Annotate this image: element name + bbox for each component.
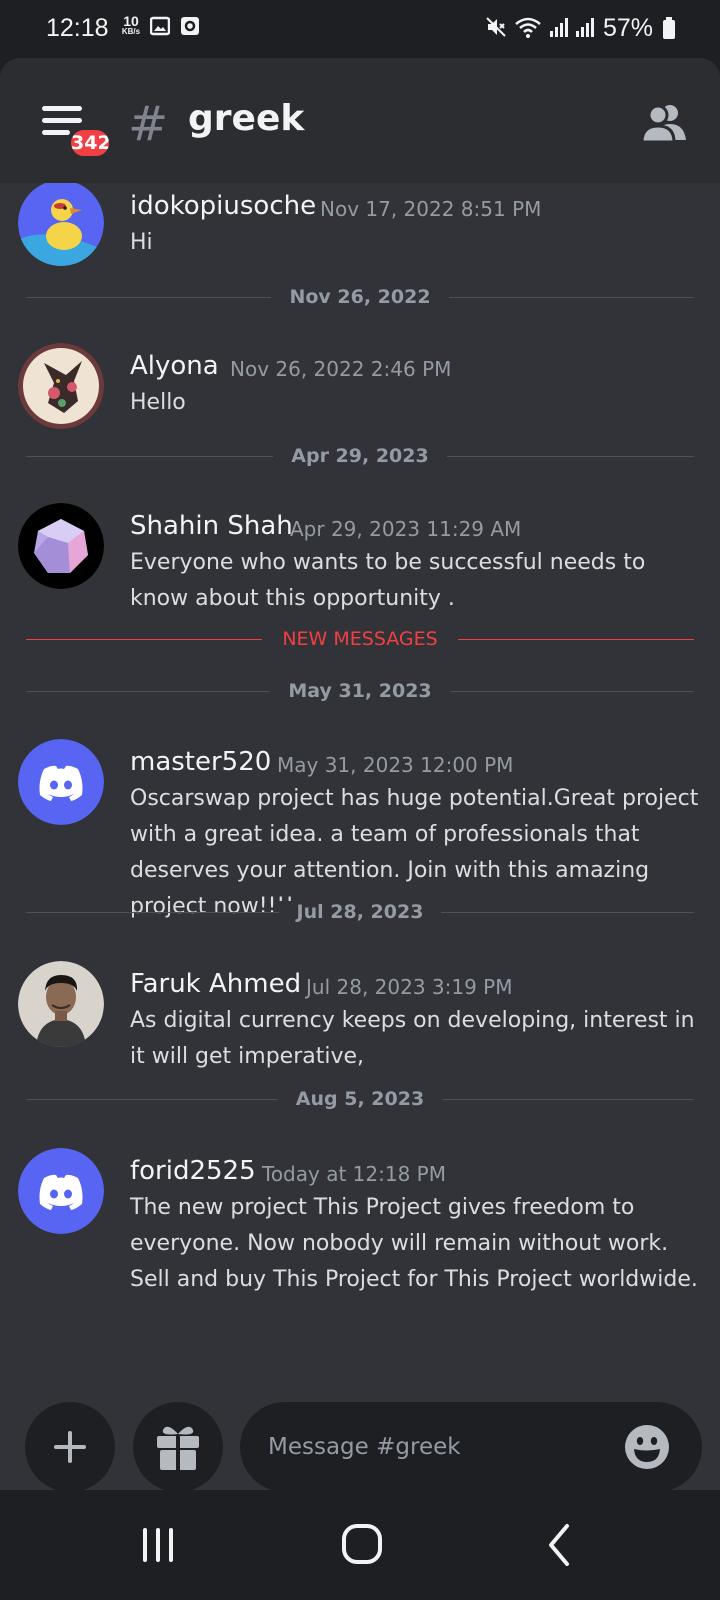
duck-avatar[interactable] xyxy=(18,183,104,266)
message-text: Everyone who wants to be successful need… xyxy=(130,550,646,611)
gift-button[interactable] xyxy=(133,1402,223,1490)
battery-percent: 57% xyxy=(603,14,654,42)
date-divider: Apr 29, 2023 xyxy=(26,445,694,469)
message-input-container[interactable] xyxy=(240,1402,702,1490)
back-icon[interactable] xyxy=(533,1520,593,1570)
message-timestamp: Jul 28, 2023 3:19 PM xyxy=(306,975,513,999)
channel-name[interactable]: greek xyxy=(188,98,304,139)
new-messages-divider: NEW MESSAGES xyxy=(26,628,694,652)
date-divider-label: May 31, 2023 xyxy=(270,680,450,702)
message-timestamp: Today at 12:18 PM xyxy=(262,1162,446,1186)
message-list[interactable]: idokopiusoche Nov 17, 2022 8:51 PM Hi No… xyxy=(0,183,720,1418)
network-speed-unit: KB/s xyxy=(121,27,141,36)
status-bar: 12:18 10 KB/s 57% xyxy=(0,0,720,58)
status-time: 12:18 xyxy=(46,14,109,42)
date-divider: Aug 5, 2023 xyxy=(26,1088,694,1112)
message-author[interactable]: Faruk Ahmed xyxy=(130,969,301,999)
add-attachment-button[interactable] xyxy=(25,1402,115,1490)
art-avatar[interactable] xyxy=(18,343,104,429)
system-nav-bar xyxy=(0,1490,720,1600)
discord-app: 3427 # greek idoko xyxy=(0,58,720,1490)
message-text: The new project This Project gives freed… xyxy=(130,1195,698,1292)
date-divider: Jul 28, 2023 xyxy=(26,901,694,925)
date-divider-label: Jul 28, 2023 xyxy=(278,901,442,923)
members-icon[interactable] xyxy=(640,102,690,144)
message-input[interactable] xyxy=(268,1402,598,1490)
sync-icon xyxy=(181,17,199,35)
plus-icon xyxy=(54,1431,86,1463)
recents-icon[interactable] xyxy=(133,1520,193,1570)
message-author[interactable]: Alyona xyxy=(130,351,219,381)
gift-icon xyxy=(157,1426,199,1470)
message-text: As digital currency keeps on developing,… xyxy=(130,1008,695,1069)
emoji-icon[interactable] xyxy=(624,1424,670,1470)
date-divider-label: Aug 5, 2023 xyxy=(277,1088,443,1110)
network-speed-value: 10 xyxy=(123,13,139,29)
channel-hash-icon: # xyxy=(128,96,169,152)
message-author[interactable]: idokopiusoche xyxy=(130,191,316,221)
message-author[interactable]: forid2525 xyxy=(130,1156,256,1186)
battery-icon xyxy=(663,17,675,39)
date-divider: Nov 26, 2022 xyxy=(26,286,694,310)
network-speed: 10 KB/s xyxy=(118,14,144,36)
signal-icon xyxy=(550,18,568,37)
message-timestamp: Nov 26, 2022 2:46 PM xyxy=(230,357,452,381)
date-divider-label: Nov 26, 2022 xyxy=(271,286,449,308)
message-author[interactable]: master520 xyxy=(130,747,271,777)
photo-avatar[interactable] xyxy=(18,961,104,1047)
date-divider-label: Apr 29, 2023 xyxy=(273,445,447,467)
message-author[interactable]: Shahin Shah xyxy=(130,511,293,541)
new-messages-label: NEW MESSAGES xyxy=(264,628,456,650)
message-composer xyxy=(0,1378,720,1490)
message-text: Hi xyxy=(130,230,153,255)
gem-avatar[interactable] xyxy=(18,503,104,589)
message-timestamp: Apr 29, 2023 11:29 AM xyxy=(290,517,522,541)
date-divider: May 31, 2023 xyxy=(26,680,694,704)
gallery-icon xyxy=(150,16,170,36)
message-timestamp: May 31, 2023 12:00 PM xyxy=(277,753,514,777)
mute-icon xyxy=(486,17,506,37)
message-timestamp: Nov 17, 2022 8:51 PM xyxy=(320,197,542,221)
signal-icon-2 xyxy=(576,18,594,37)
discord-avatar[interactable] xyxy=(18,739,104,825)
discord-avatar[interactable] xyxy=(18,1148,104,1234)
message-text: Hello xyxy=(130,390,186,415)
unread-badge: 3427 xyxy=(68,127,112,159)
wifi-icon xyxy=(515,17,541,38)
home-icon[interactable] xyxy=(333,1520,393,1570)
channel-header: 3427 # greek xyxy=(0,58,720,183)
